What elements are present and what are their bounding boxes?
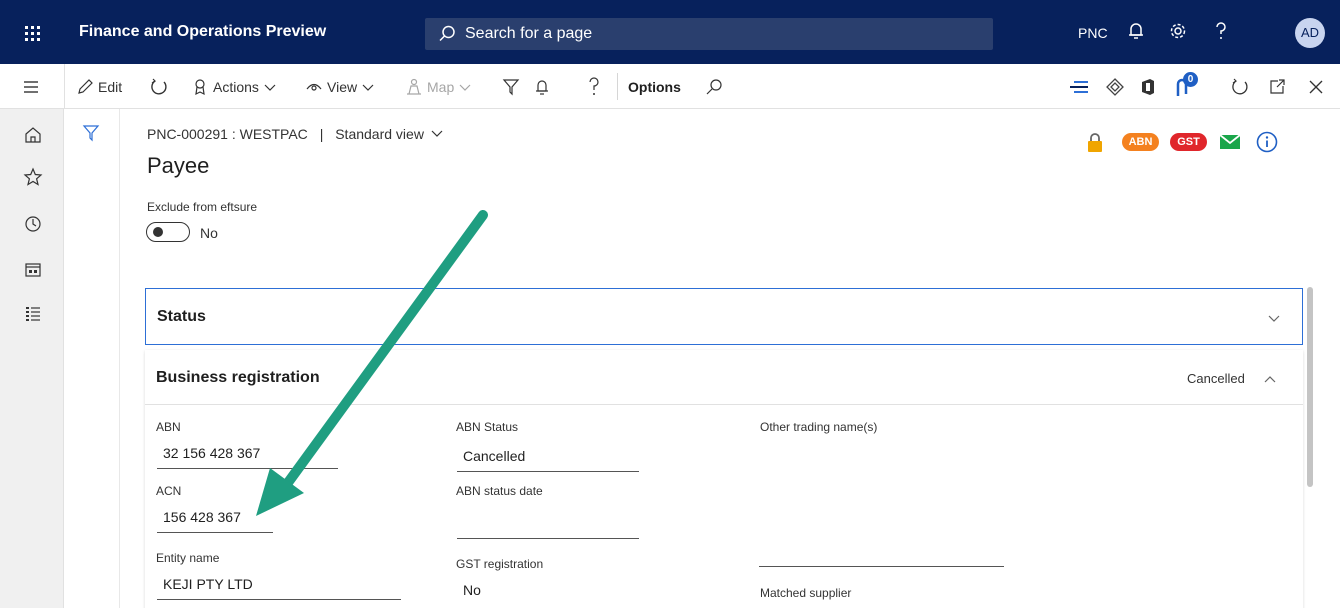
- exclude-from-eftsure-value: No: [200, 225, 218, 241]
- office-icon[interactable]: [1139, 77, 1157, 97]
- lock-icon[interactable]: [1084, 132, 1106, 154]
- main-content: PNC-000291 : WESTPAC | Standard view Pay…: [120, 109, 1340, 608]
- abn-status-date-label: ABN status date: [456, 484, 543, 498]
- acn-field[interactable]: 156 428 367: [157, 506, 273, 533]
- pencil-icon: [78, 79, 93, 94]
- abn-status-label: ABN Status: [456, 420, 519, 434]
- chevron-down-icon: [431, 130, 443, 137]
- open-new-window-icon[interactable]: [1268, 78, 1286, 96]
- global-search-input[interactable]: Search for a page: [425, 18, 993, 50]
- business-registration-header[interactable]: Business registration Cancelled: [145, 350, 1303, 404]
- filter-pane: [64, 109, 120, 608]
- modules-list-icon[interactable]: [22, 303, 44, 325]
- bell-icon[interactable]: [1125, 20, 1147, 42]
- divider: [617, 73, 618, 100]
- filter-icon[interactable]: [502, 78, 520, 96]
- status-panel-header[interactable]: Status: [145, 288, 1303, 345]
- filter-icon[interactable]: [82, 124, 100, 142]
- chevron-down-icon: [362, 84, 374, 91]
- app-launcher-icon[interactable]: [18, 21, 48, 47]
- business-registration-panel: Business registration Cancelled ABN 32 1…: [145, 350, 1303, 608]
- close-icon[interactable]: [1307, 78, 1325, 96]
- attachments-button[interactable]: 0: [1172, 72, 1200, 100]
- clock-icon[interactable]: [22, 213, 44, 235]
- matched-supplier-label: Matched supplier: [760, 586, 852, 600]
- acn-label: ACN: [156, 484, 182, 498]
- chevron-up-icon: [1264, 376, 1276, 383]
- business-registration-summary: Cancelled: [1187, 371, 1245, 386]
- status-panel-title: Status: [157, 308, 206, 325]
- map-menu-button[interactable]: Map: [405, 76, 472, 98]
- exclude-from-eftsure-label: Exclude from eftsure: [147, 200, 258, 214]
- workspace-icon[interactable]: [22, 259, 44, 281]
- edit-button[interactable]: Edit: [76, 76, 122, 98]
- eye-icon: [306, 83, 322, 91]
- abn-status-date-field[interactable]: [457, 512, 639, 539]
- top-navigation-bar: Finance and Operations Preview Search fo…: [0, 0, 1340, 64]
- actions-menu-button[interactable]: Actions: [192, 76, 277, 98]
- user-avatar[interactable]: AD: [1295, 18, 1325, 48]
- view-selector-label: Standard view: [335, 126, 424, 142]
- chevron-down-icon: [264, 84, 276, 91]
- divider: [145, 404, 1303, 405]
- abn-status-field[interactable]: Cancelled: [457, 445, 639, 472]
- ribbon-icon: [195, 79, 205, 96]
- search-placeholder: Search for a page: [465, 25, 593, 42]
- page-title: Payee: [147, 153, 210, 178]
- bell-icon[interactable]: [533, 78, 551, 96]
- breadcrumb: PNC-000291 : WESTPAC | Standard view: [147, 126, 443, 142]
- search-icon: [439, 25, 455, 42]
- info-icon[interactable]: [1255, 130, 1279, 154]
- search-icon[interactable]: [705, 78, 723, 96]
- abn-field[interactable]: 32 156 428 367: [157, 442, 338, 469]
- edit-label: Edit: [98, 79, 123, 95]
- exclude-from-eftsure-toggle[interactable]: [146, 222, 190, 242]
- app-title[interactable]: Finance and Operations Preview: [79, 23, 326, 41]
- power-apps-icon[interactable]: [1105, 77, 1125, 97]
- star-icon[interactable]: [22, 166, 44, 188]
- refresh-icon[interactable]: [149, 77, 169, 97]
- actions-label: Actions: [213, 79, 259, 95]
- lines-icon[interactable]: [1068, 78, 1090, 96]
- breadcrumb-separator: |: [319, 126, 324, 142]
- refresh-icon[interactable]: [1230, 77, 1250, 97]
- attachment-count-badge: 0: [1183, 72, 1198, 87]
- options-button[interactable]: Options: [628, 76, 681, 98]
- abn-badge[interactable]: ABN: [1122, 133, 1159, 151]
- vertical-scrollbar[interactable]: [1307, 287, 1313, 487]
- gear-icon[interactable]: [1167, 20, 1189, 42]
- gst-registration-field[interactable]: No: [457, 579, 639, 606]
- entity-name-field[interactable]: KEJI PTY LTD: [157, 573, 401, 600]
- map-label: Map: [427, 79, 455, 95]
- hamburger-icon[interactable]: [22, 78, 40, 96]
- home-icon[interactable]: [22, 124, 44, 146]
- view-menu-button[interactable]: View: [305, 76, 375, 98]
- other-trading-names-field[interactable]: [759, 540, 1004, 567]
- other-trading-names-label: Other trading name(s): [760, 420, 878, 434]
- chevron-down-icon: [1268, 315, 1280, 322]
- view-selector[interactable]: Standard view: [335, 126, 443, 142]
- company-selector[interactable]: PNC: [1078, 25, 1108, 41]
- chevron-down-icon: [459, 84, 471, 91]
- gst-badge[interactable]: GST: [1170, 133, 1207, 151]
- person-map-icon: [407, 78, 421, 95]
- help-icon[interactable]: [1210, 20, 1232, 42]
- view-label: View: [327, 79, 358, 95]
- gst-registration-label: GST registration: [456, 557, 544, 571]
- abn-label: ABN: [156, 420, 181, 434]
- business-registration-title: Business registration: [156, 369, 320, 386]
- help-icon[interactable]: [587, 77, 601, 97]
- email-icon[interactable]: [1219, 134, 1241, 150]
- toggle-knob: [153, 227, 163, 237]
- breadcrumb-record[interactable]: PNC-000291 : WESTPAC: [147, 126, 308, 142]
- left-navigation: [0, 109, 64, 608]
- entity-name-label: Entity name: [156, 551, 220, 565]
- action-pane: Edit Actions View Map Options 0: [0, 64, 1340, 109]
